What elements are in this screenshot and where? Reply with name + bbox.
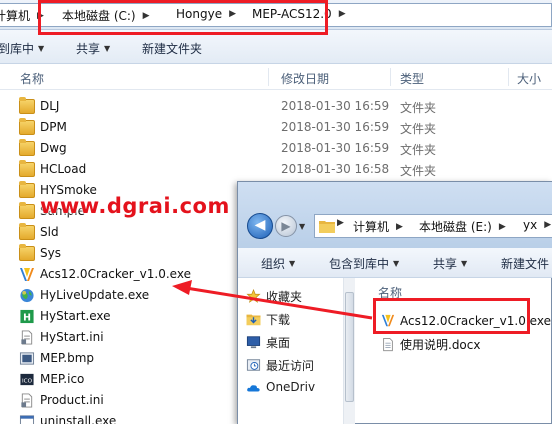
cracker-icon (381, 314, 395, 327)
column-header-row: 名称 修改日期 类型 大小 (0, 64, 552, 90)
folder-icon (19, 223, 35, 240)
dropdown-arrow-icon: ▼ (104, 44, 111, 53)
folder-icon (19, 118, 35, 135)
globe-icon (20, 288, 34, 303)
arrow-left-icon: ◀ (254, 217, 266, 233)
breadcrumb[interactable]: ▶ 计算机▶ 本地磁盘 (E:)▶ yx▶ 汉 (314, 214, 552, 238)
command-bar: 到库中 ▼ 共享 ▼ 新建文件夹 (0, 30, 552, 64)
bmp-file-icon (19, 352, 35, 365)
ico-file-icon: ICO (20, 373, 34, 386)
ini-file-icon (21, 330, 33, 345)
folder-icon (319, 221, 335, 233)
docx-file-icon (383, 337, 393, 352)
breadcrumb-item-drive-c[interactable]: 本地磁盘 (C:) ▶ (62, 7, 157, 24)
navigation-pane: 收藏夹 下载 桌面 最近访问 OneDriv (238, 278, 348, 424)
nav-item-favorites[interactable]: 收藏夹 (246, 288, 302, 305)
file-row[interactable]: DPM 2018-01-30 16:59 文件夹 (0, 117, 552, 138)
breadcrumb-item-computer[interactable]: 计算机 ▶ (353, 218, 410, 235)
folder-icon (19, 181, 35, 198)
nav-item-recent[interactable]: 最近访问 (246, 357, 314, 374)
chevron-right-icon: ▶ (337, 218, 344, 228)
svg-text:H: H (23, 312, 31, 323)
chevron-right-icon: ▶ (544, 220, 552, 230)
breadcrumb-item-yx[interactable]: yx ▶ (523, 218, 552, 232)
chevron-right-icon: ▶ (37, 10, 44, 21)
scrollbar-thumb[interactable] (345, 292, 354, 402)
folder-icon (19, 202, 35, 219)
nav-item-downloads[interactable]: 下载 (246, 311, 290, 328)
file-row[interactable]: DLJ 2018-01-30 16:59 文件夹 (0, 96, 552, 117)
back-button[interactable]: ◀ (247, 213, 273, 239)
organize-button[interactable]: 组织 ▼ (261, 255, 295, 272)
new-folder-button[interactable]: 新建文件 (501, 255, 549, 272)
dropdown-arrow-icon: ▼ (393, 259, 400, 268)
column-divider[interactable] (390, 68, 391, 86)
folder-icon (19, 97, 35, 114)
include-in-library-button[interactable]: 到库中 ▼ (0, 40, 44, 57)
column-header-name[interactable]: 名称 (378, 284, 402, 301)
desktop-icon (246, 336, 261, 349)
breadcrumb[interactable]: 计算机 ▶ 本地磁盘 (C:) ▶ Hongye ▶ MEP-ACS12.0 ▶ (0, 3, 552, 27)
command-bar: 组织 ▼ 包含到库中 ▼ 共享 ▼ 新建文件 (238, 248, 552, 278)
column-header-size[interactable]: 大小 (517, 70, 541, 87)
folder-icon (19, 160, 35, 177)
chevron-right-icon: ▶ (498, 221, 506, 232)
chevron-right-icon: ▶ (338, 9, 346, 19)
nav-item-onedrive[interactable]: OneDriv (247, 380, 315, 394)
navigation-scrollbar[interactable] (343, 278, 355, 424)
folder-icon (19, 244, 35, 261)
cracker-icon (20, 268, 34, 281)
forward-button[interactable]: ▶ (275, 215, 297, 237)
star-icon (246, 289, 261, 303)
download-folder-icon (246, 314, 261, 326)
share-button[interactable]: 共享 ▼ (76, 40, 110, 57)
dropdown-arrow-icon: ▼ (38, 44, 45, 53)
file-row-cracker[interactable]: Acs12.0Cracker_v1.0.exe (381, 313, 551, 328)
new-folder-button[interactable]: 新建文件夹 (142, 40, 202, 57)
recent-icon (246, 359, 261, 371)
breadcrumb-item-computer[interactable]: 计算机 ▶ (0, 7, 51, 24)
breadcrumb-item-mep-acs[interactable]: MEP-ACS12.0 ▶ (252, 7, 353, 21)
watermark-text: www.dgrai.com (40, 194, 230, 218)
ini-file-icon (21, 393, 33, 408)
column-divider[interactable] (508, 68, 509, 86)
breadcrumb-item-drive-e[interactable]: 本地磁盘 (E:) ▶ (419, 218, 513, 235)
file-row[interactable]: HCLoad 2018-01-30 16:58 文件夹 (0, 159, 552, 180)
share-button[interactable]: 共享 ▼ (433, 255, 467, 272)
folder-icon (19, 139, 35, 156)
chevron-right-icon: ▶ (142, 10, 150, 21)
front-window-header: ◀ ▶ ▼ ▶ 计算机▶ 本地磁盘 (E:)▶ yx▶ 汉 (238, 182, 552, 248)
breadcrumb-separator[interactable]: ▶ (337, 218, 350, 228)
dropdown-arrow-icon: ▼ (461, 259, 468, 268)
exe-file-icon (19, 415, 35, 424)
chevron-right-icon: ▶ (396, 221, 403, 232)
hystart-icon: H (20, 309, 34, 323)
chevron-right-icon: ▶ (229, 9, 236, 19)
explorer-window-front: ◀ ▶ ▼ ▶ 计算机▶ 本地磁盘 (E:)▶ yx▶ 汉 组织▼ 包含到库中▼… (237, 181, 552, 424)
recent-locations-dropdown[interactable]: ▼ (299, 222, 305, 231)
column-divider[interactable] (268, 68, 269, 86)
breadcrumb-item-hongye[interactable]: Hongye ▶ (176, 7, 243, 21)
nav-item-desktop[interactable]: 桌面 (246, 334, 290, 351)
address-bar: 计算机 ▶ 本地磁盘 (C:) ▶ Hongye ▶ MEP-ACS12.0 ▶ (0, 0, 552, 30)
svg-text:ICO: ICO (22, 378, 33, 384)
dropdown-arrow-icon: ▼ (289, 259, 296, 268)
arrow-right-icon: ▶ (281, 219, 291, 233)
column-header-date[interactable]: 修改日期 (281, 70, 329, 87)
include-in-library-button[interactable]: 包含到库中 ▼ (329, 255, 399, 272)
column-header-name[interactable]: 名称 (20, 70, 44, 87)
file-row[interactable]: Dwg 2018-01-30 16:59 文件夹 (0, 138, 552, 159)
column-header-type[interactable]: 类型 (400, 70, 424, 87)
file-row-readme[interactable]: 使用说明.docx (381, 336, 480, 353)
onedrive-icon (247, 385, 260, 392)
